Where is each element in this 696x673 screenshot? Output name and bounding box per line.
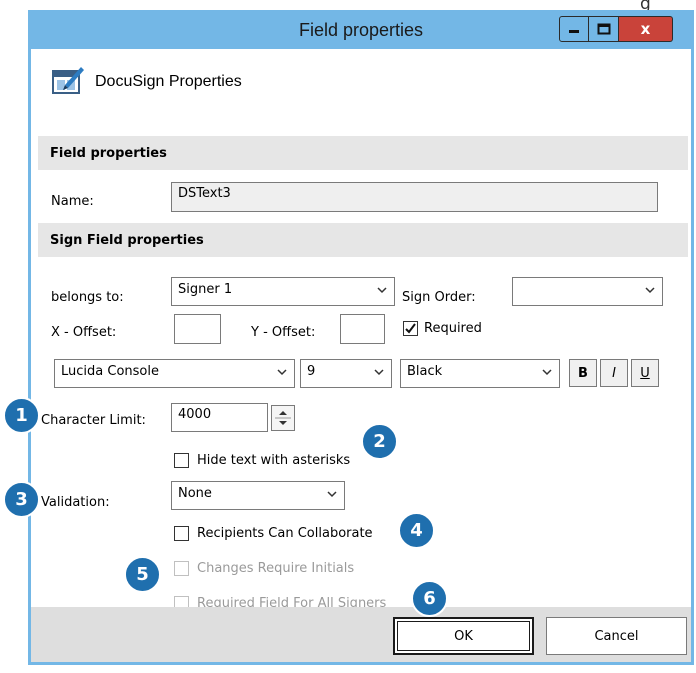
field-properties-section-header: Field properties <box>38 136 688 170</box>
chevron-down-icon <box>542 369 552 376</box>
recipients-collaborate-checkbox[interactable] <box>174 526 189 541</box>
ok-button[interactable]: OK <box>393 617 534 655</box>
sign-order-select[interactable] <box>512 277 663 306</box>
font-value: Lucida Console <box>61 364 159 379</box>
close-icon: x <box>640 20 651 38</box>
docusign-properties-icon <box>52 67 84 94</box>
font-size-select[interactable]: 9 <box>300 359 392 388</box>
x-offset-label: X - Offset: <box>51 325 117 340</box>
character-limit-label: Character Limit: <box>41 413 146 428</box>
x-offset-field[interactable] <box>174 314 221 344</box>
character-limit-field[interactable]: 4000 <box>171 403 268 432</box>
validation-label: Validation: <box>41 495 110 510</box>
chevron-down-icon <box>377 287 387 294</box>
required-label: Required <box>424 321 482 336</box>
character-limit-spinner[interactable] <box>271 405 295 431</box>
callout-badge-3: 3 <box>3 481 40 518</box>
chevron-down-icon <box>277 369 287 376</box>
maximize-icon <box>597 23 610 35</box>
font-select[interactable]: Lucida Console <box>54 359 295 388</box>
changes-require-initials-checkbox[interactable] <box>174 561 189 576</box>
hide-text-label: Hide text with asterisks <box>197 453 351 468</box>
maximize-button[interactable] <box>589 16 619 42</box>
belongs-to-label: belongs to: <box>51 290 124 305</box>
cancel-button[interactable]: Cancel <box>546 617 687 655</box>
chevron-down-icon <box>645 287 655 294</box>
recipients-collaborate-label: Recipients Can Collaborate <box>197 526 373 541</box>
header-title: DocuSign Properties <box>95 73 242 90</box>
minimize-button[interactable] <box>559 16 589 42</box>
required-checkbox[interactable] <box>403 321 418 336</box>
callout-badge-5: 5 <box>124 556 161 593</box>
minimize-icon <box>569 30 579 33</box>
font-size-value: 9 <box>307 364 316 379</box>
validation-select[interactable]: None <box>171 481 345 510</box>
character-limit-value: 4000 <box>178 407 212 422</box>
italic-button[interactable]: I <box>600 359 628 387</box>
sign-order-label: Sign Order: <box>402 290 476 305</box>
callout-badge-4: 4 <box>398 512 435 549</box>
y-offset-label: Y - Offset: <box>251 325 316 340</box>
checkmark-icon <box>405 323 416 334</box>
name-label: Name: <box>51 194 94 209</box>
title-bar[interactable]: Field properties x <box>31 13 691 49</box>
sign-field-properties-section-header: Sign Field properties <box>38 223 688 257</box>
chevron-down-icon <box>374 369 384 376</box>
spinner-arrows-icon <box>275 411 291 425</box>
font-color-select[interactable]: Black <box>400 359 560 388</box>
belongs-to-value: Signer 1 <box>178 282 233 297</box>
callout-badge-6: 6 <box>411 580 448 617</box>
belongs-to-select[interactable]: Signer 1 <box>171 277 395 306</box>
validation-value: None <box>178 486 212 501</box>
font-color-value: Black <box>407 364 443 379</box>
changes-require-initials-label: Changes Require Initials <box>197 561 355 576</box>
hide-text-checkbox[interactable] <box>174 453 189 468</box>
close-button[interactable]: x <box>619 16 673 42</box>
underline-button[interactable]: U <box>631 359 659 387</box>
chevron-down-icon <box>327 491 337 498</box>
name-field[interactable]: DSText3 <box>171 182 658 212</box>
bold-button[interactable]: B <box>569 359 597 387</box>
callout-badge-2: 2 <box>361 423 398 460</box>
callout-badge-1: 1 <box>3 397 40 434</box>
y-offset-field[interactable] <box>340 314 385 344</box>
